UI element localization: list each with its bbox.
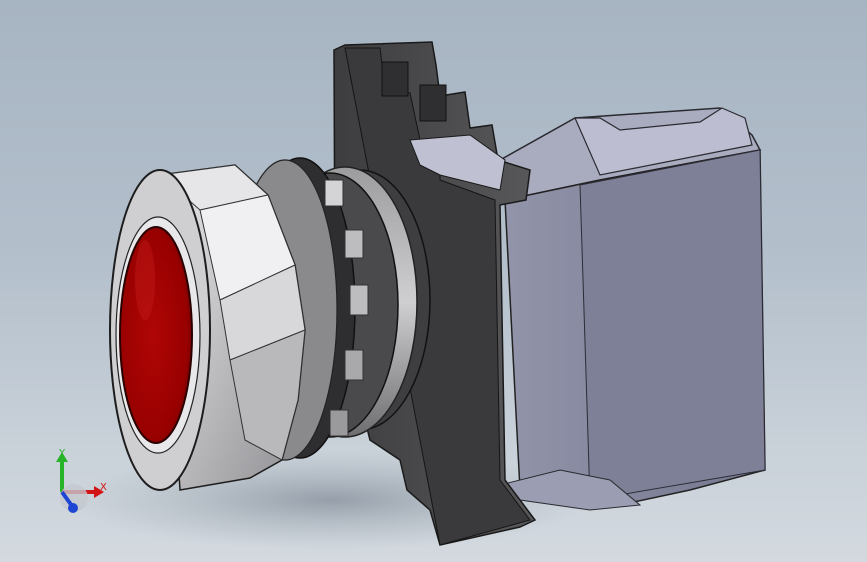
triad-z-arrow-icon: [68, 503, 78, 513]
holder-tab-2: [419, 84, 447, 122]
holder-tab-1: [381, 61, 409, 97]
triad-x-label: X: [100, 482, 107, 493]
collar-rib: [344, 229, 364, 259]
contact-block-inner-face: [579, 149, 766, 501]
collar-rib: [324, 179, 344, 207]
contact-block[interactable]: [498, 107, 766, 511]
collar-rib: [349, 284, 369, 316]
collar-rib: [329, 409, 349, 437]
coordinate-triad: Y X: [56, 448, 107, 513]
triad-y-label: Y: [58, 448, 66, 459]
pushbutton-model[interactable]: [0, 0, 867, 562]
3d-viewport[interactable]: Y X: [0, 0, 867, 562]
button-highlight: [135, 240, 155, 320]
red-pushbutton-face[interactable]: [119, 226, 193, 444]
collar-rib: [344, 349, 364, 381]
